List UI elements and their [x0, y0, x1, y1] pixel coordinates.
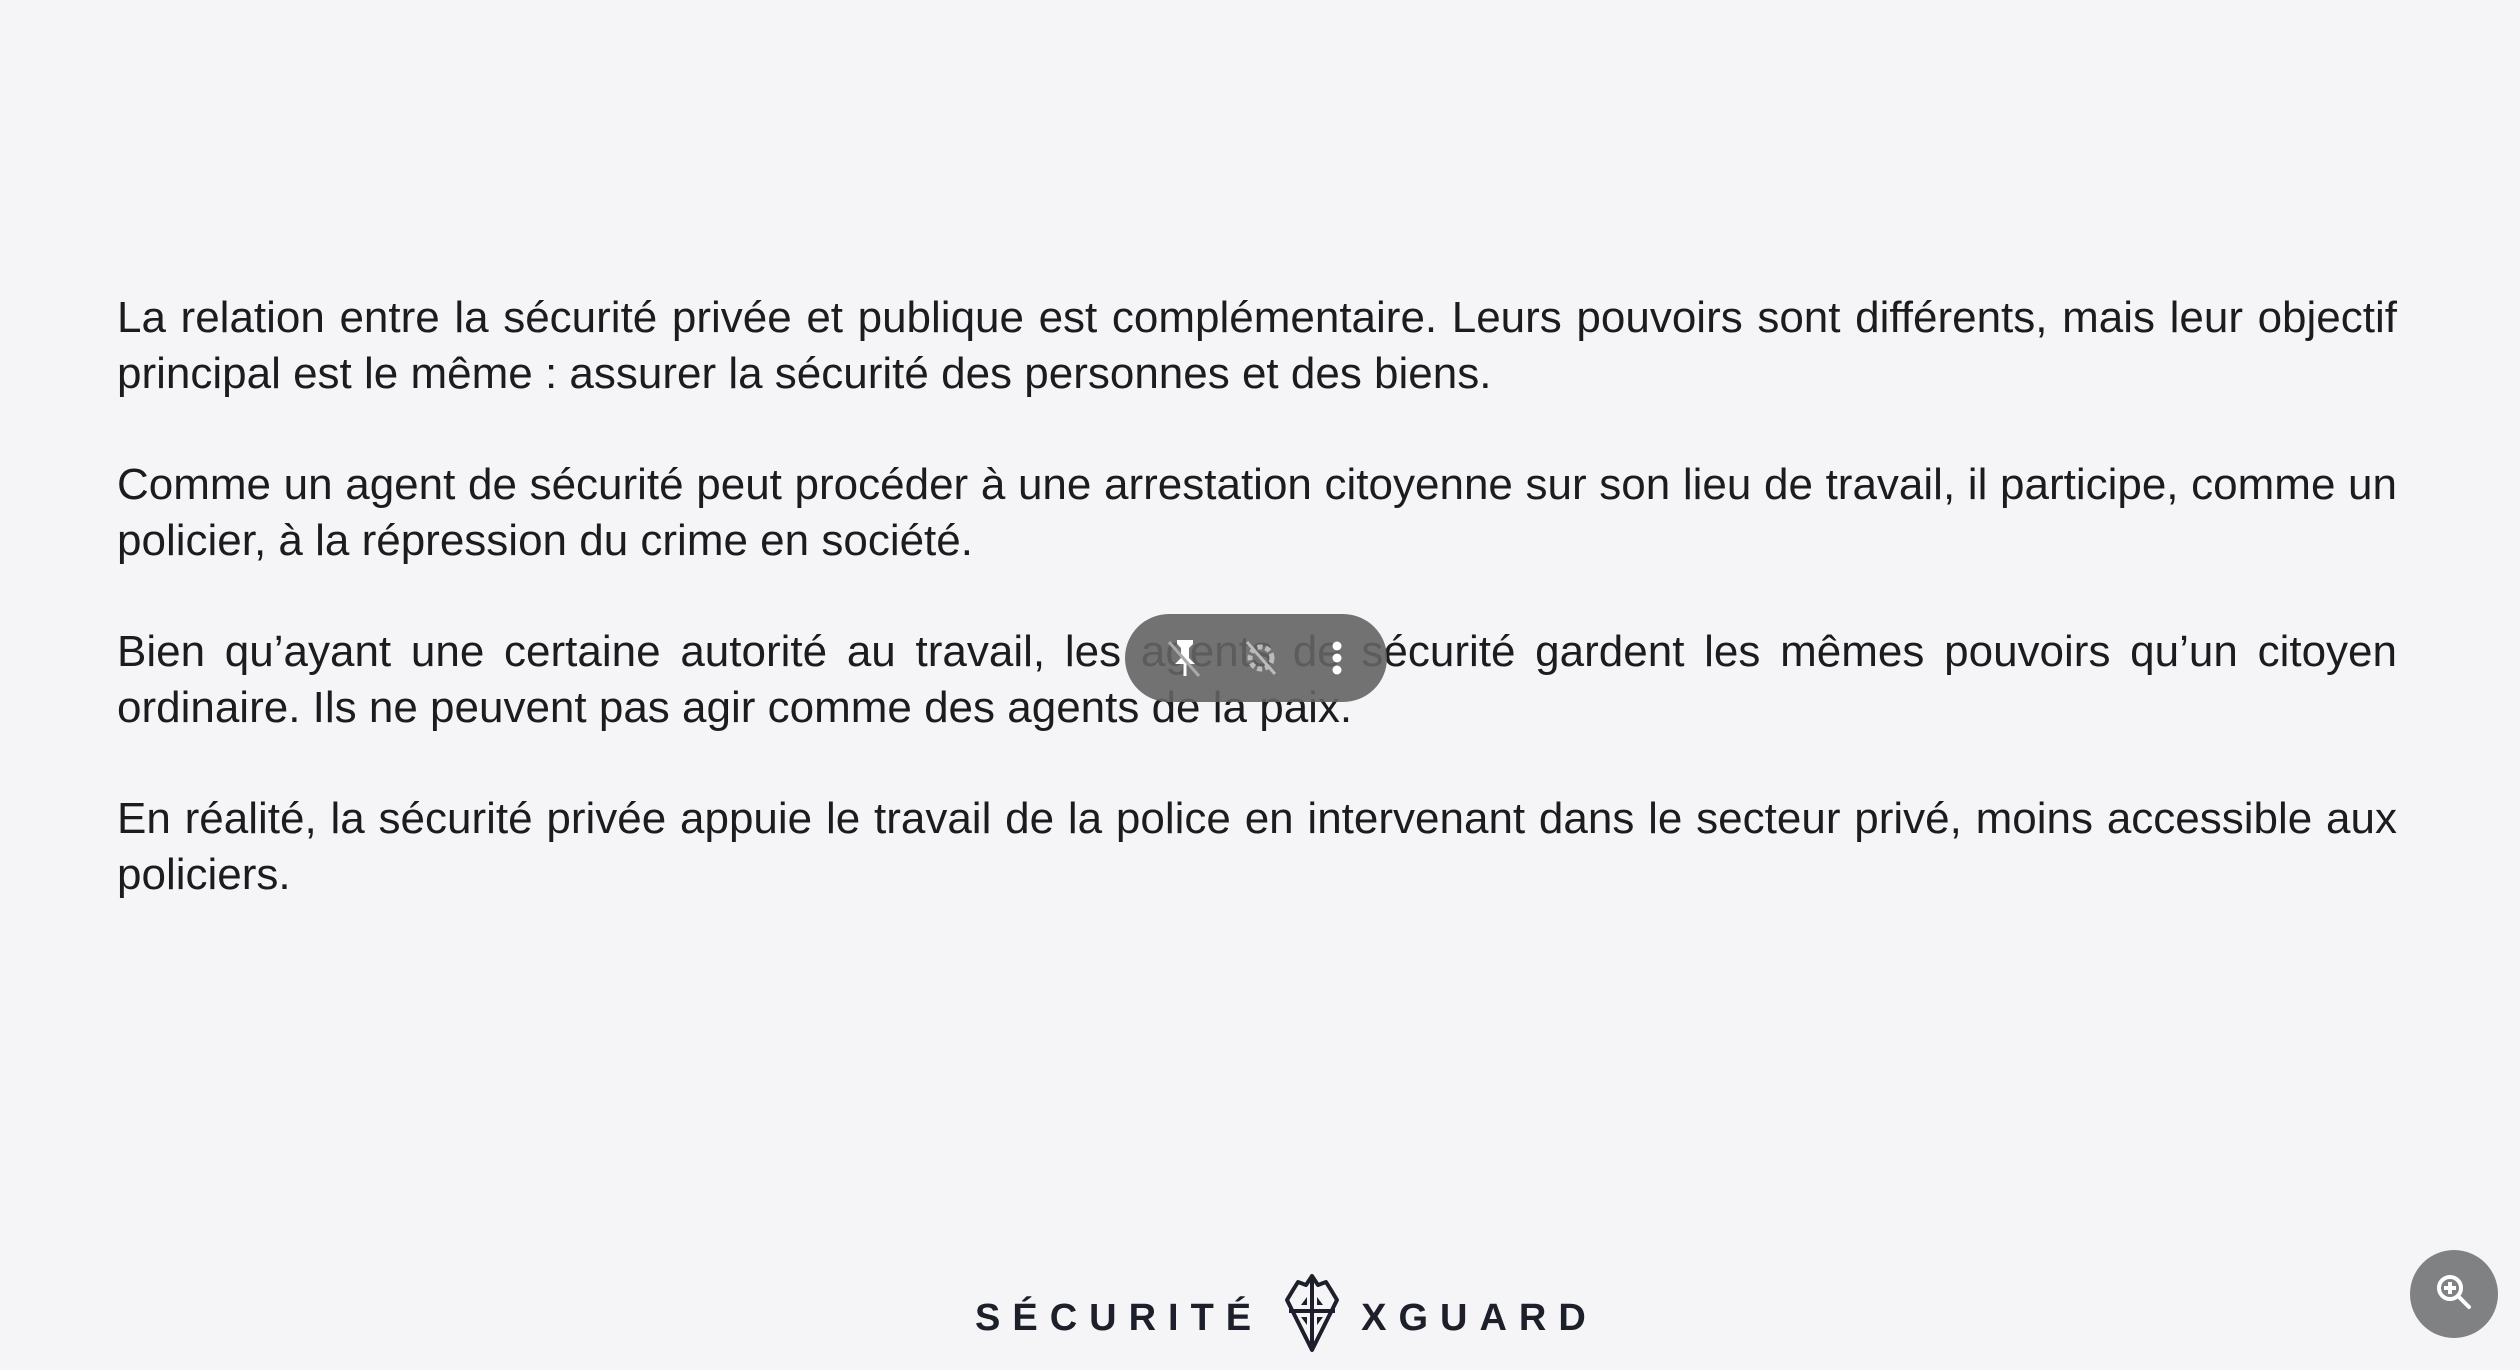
logo: SÉCURITÉ XGUARD: [975, 1274, 1598, 1358]
shield-logo-icon: [1281, 1273, 1343, 1363]
paragraph: Comme un agent de sécurité peut procéder…: [117, 460, 2397, 565]
logo-text-left: SÉCURITÉ: [975, 1296, 1264, 1339]
settings-off-icon[interactable]: [1241, 636, 1281, 680]
paragraph: La relation entre la sécurité privée et …: [117, 293, 2397, 398]
paragraph: En réalité, la sécurité privée appuie le…: [117, 794, 2397, 899]
pin-off-icon[interactable]: [1165, 636, 1205, 680]
more-vertical-icon[interactable]: [1317, 636, 1357, 680]
floating-toolbar: [1125, 614, 1387, 702]
zoom-in-icon: [2434, 1272, 2474, 1317]
zoom-in-button[interactable]: [2410, 1250, 2498, 1338]
logo-text-right: XGUARD: [1361, 1296, 1598, 1339]
